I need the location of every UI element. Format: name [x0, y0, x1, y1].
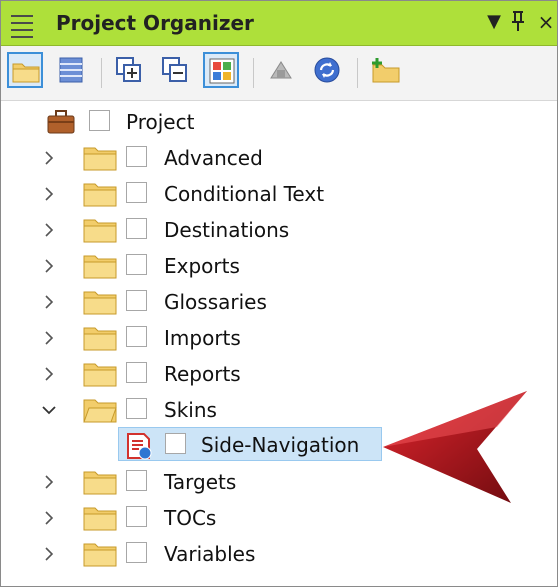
- tree-item-label: Reports: [164, 362, 241, 386]
- chevron-right-icon[interactable]: [40, 293, 58, 311]
- tree-item-advanced[interactable]: Advanced: [1, 140, 557, 176]
- open-folder-icon: [12, 63, 40, 83]
- folder-icon: [83, 255, 117, 279]
- chevron-right-icon[interactable]: [40, 509, 58, 527]
- chevron-down-icon[interactable]: [40, 401, 58, 419]
- folder-icon: [83, 147, 117, 171]
- folder-icon: [83, 291, 117, 315]
- tree-item-label: Advanced: [164, 146, 263, 170]
- folder-checkbox[interactable]: [126, 398, 147, 419]
- collapse-all-button[interactable]: [157, 52, 193, 88]
- project-tree: Project Advanced Conditional Text Destin…: [1, 101, 557, 586]
- color-grid-icon: [209, 58, 235, 84]
- tree-item-label: Glossaries: [164, 290, 267, 314]
- sync-button[interactable]: [309, 52, 345, 88]
- panel-title: Project Organizer: [56, 11, 254, 35]
- skin-checkbox[interactable]: [165, 433, 186, 454]
- toolbar-separator: [357, 58, 358, 88]
- hamburger-menu-icon[interactable]: [9, 10, 35, 38]
- folder-checkbox[interactable]: [126, 542, 147, 563]
- expand-all-button[interactable]: [111, 52, 147, 88]
- tree-item-exports[interactable]: Exports: [1, 248, 557, 284]
- color-grid-button[interactable]: [203, 52, 239, 88]
- open-folder-icon: [83, 399, 117, 423]
- chevron-right-icon[interactable]: [40, 221, 58, 239]
- toolbar: [1, 46, 557, 101]
- collapse-all-icon: [162, 57, 187, 82]
- tree-item-label: TOCs: [164, 506, 217, 530]
- folder-checkbox[interactable]: [126, 362, 147, 383]
- new-folder-button[interactable]: [367, 52, 403, 88]
- tree-item-variables[interactable]: Variables: [1, 536, 557, 572]
- tree-item-label: Project: [126, 110, 195, 134]
- sync-icon: [314, 57, 340, 83]
- tree-item-label: Targets: [164, 470, 237, 494]
- table-view-icon: [59, 57, 83, 83]
- chevron-right-icon[interactable]: [40, 329, 58, 347]
- folder-checkbox[interactable]: [126, 470, 147, 491]
- folder-icon: [83, 471, 117, 495]
- tree-item-label: Variables: [164, 542, 256, 566]
- toolbar-separator: [101, 58, 102, 88]
- tree-item-project[interactable]: Project: [1, 104, 557, 140]
- pin-icon[interactable]: [509, 9, 527, 35]
- tree-item-label: Side-Navigation: [201, 433, 360, 457]
- chevron-right-icon[interactable]: [40, 365, 58, 383]
- publish-icon: [270, 61, 292, 79]
- folder-checkbox[interactable]: [126, 290, 147, 311]
- chevron-right-icon[interactable]: [40, 257, 58, 275]
- folder-icon: [83, 543, 117, 567]
- open-folder-button[interactable]: [7, 52, 43, 88]
- chevron-right-icon[interactable]: [40, 149, 58, 167]
- toolbar-separator: [253, 58, 254, 88]
- tree-item-imports[interactable]: Imports: [1, 320, 557, 356]
- tree-item-destinations[interactable]: Destinations: [1, 212, 557, 248]
- folder-checkbox[interactable]: [126, 326, 147, 347]
- chevron-right-icon[interactable]: [40, 473, 58, 491]
- close-icon[interactable]: ×: [535, 9, 557, 35]
- chevron-right-icon[interactable]: [40, 545, 58, 563]
- tree-item-label: Conditional Text: [164, 182, 325, 206]
- folder-icon: [83, 183, 117, 207]
- tree-item-glossaries[interactable]: Glossaries: [1, 284, 557, 320]
- publish-button[interactable]: [263, 52, 299, 88]
- callout-arrow-icon: [383, 391, 527, 503]
- project-checkbox[interactable]: [89, 110, 110, 131]
- skin-file-icon: [127, 433, 152, 460]
- dropdown-arrow-icon[interactable]: ▼: [485, 9, 503, 35]
- folder-checkbox[interactable]: [126, 506, 147, 527]
- tree-item-conditional-text[interactable]: Conditional Text: [1, 176, 557, 212]
- folder-checkbox[interactable]: [126, 254, 147, 275]
- folder-checkbox[interactable]: [126, 146, 147, 167]
- table-view-button[interactable]: [53, 52, 89, 88]
- briefcase-icon: [47, 110, 75, 134]
- tree-item-label: Destinations: [164, 218, 290, 242]
- folder-icon: [83, 327, 117, 351]
- folder-icon: [83, 507, 117, 531]
- tree-item-label: Imports: [164, 326, 241, 350]
- new-folder-icon: [372, 58, 400, 83]
- title-bar: Project Organizer ▼ ×: [1, 1, 557, 46]
- tree-item-label: Skins: [164, 398, 217, 422]
- folder-icon: [83, 363, 117, 387]
- folder-checkbox[interactable]: [126, 218, 147, 239]
- tree-item-label: Exports: [164, 254, 240, 278]
- folder-icon: [83, 219, 117, 243]
- project-organizer-panel: Project Organizer ▼ × Project Advanced C…: [0, 0, 558, 587]
- chevron-right-icon[interactable]: [40, 185, 58, 203]
- folder-checkbox[interactable]: [126, 182, 147, 203]
- expand-all-icon: [116, 57, 141, 82]
